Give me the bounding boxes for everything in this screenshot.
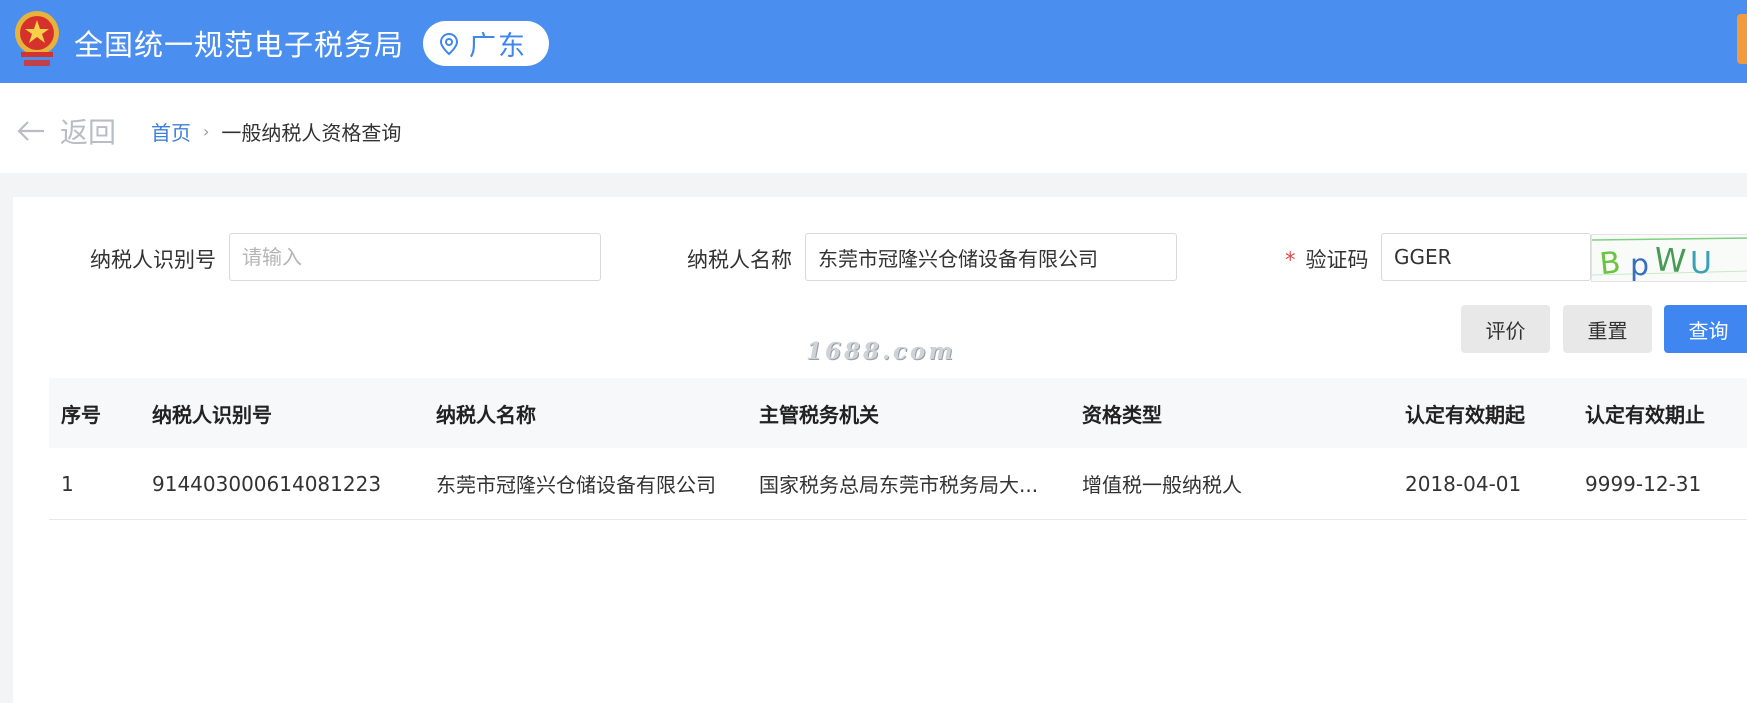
- site-title: 全国统一规范电子税务局: [74, 28, 405, 62]
- reset-button[interactable]: 重置: [1563, 305, 1652, 353]
- query-button[interactable]: 查询: [1664, 305, 1747, 353]
- taxpayer-id-label: 纳税人识别号: [90, 248, 216, 272]
- breadcrumb: 首页 › 一般纳税人资格查询: [151, 117, 401, 146]
- location-pin-icon: [439, 32, 459, 55]
- captcha-graphic: B p W U: [1592, 237, 1747, 282]
- taxpayer-name-label: 纳税人名称: [687, 248, 792, 272]
- captcha-image[interactable]: B p W U: [1591, 234, 1747, 282]
- cell-taxpayer-id: 91440300061408122​3: [152, 471, 382, 496]
- svg-text:W: W: [1653, 240, 1687, 280]
- cell-tax-authority: 国家税务总局东莞市税务局大...: [759, 473, 1039, 497]
- taxpayer-id-input[interactable]: [229, 233, 601, 281]
- svg-text:B: B: [1598, 245, 1622, 282]
- cell-index: 1: [61, 471, 74, 496]
- cell-qualification-type: 增值税一般纳税人: [1082, 473, 1242, 497]
- back-button[interactable]: 返回: [16, 111, 116, 151]
- cell-valid-from: 2018-04-01: [1405, 471, 1522, 496]
- column-header-valid-from: 认定有效期起: [1405, 402, 1525, 427]
- breadcrumb-bar: 返回 首页 › 一般纳税人资格查询: [0, 83, 1747, 173]
- header-side-button[interactable]: [1737, 14, 1747, 64]
- table-header: 序号 纳税人识别号 纳税人名称 主管税务机关 资格类型 认定有效期起 认定有效期…: [49, 378, 1747, 448]
- breadcrumb-home-link[interactable]: 首页: [151, 117, 191, 146]
- column-header-qualification-type: 资格类型: [1082, 402, 1162, 427]
- column-header-valid-to: 认定有效期止: [1585, 402, 1705, 427]
- svg-text:p: p: [1630, 248, 1649, 282]
- required-marker: *: [1285, 248, 1296, 272]
- arrow-left-icon: [17, 121, 44, 141]
- column-header-tax-authority: 主管税务机关: [759, 402, 879, 427]
- cell-valid-to: 9999-12-31: [1585, 471, 1702, 496]
- top-header: 全国统一规范电子税务局 广东: [0, 0, 1747, 83]
- column-header-taxpayer-name: 纳税人名称: [436, 402, 536, 427]
- chevron-right-icon: ›: [203, 122, 210, 141]
- rate-button[interactable]: 评价: [1461, 305, 1550, 353]
- cell-taxpayer-name: 东莞市冠隆兴仓储设备有限公司: [436, 473, 716, 497]
- back-label: 返回: [60, 116, 117, 149]
- taxpayer-name-input[interactable]: [805, 233, 1177, 281]
- region-label: 广东: [469, 31, 527, 62]
- table-row[interactable]: 1 91440300061408122​3 东莞市冠隆兴仓储设备有限公司 国家税…: [49, 448, 1747, 520]
- column-header-index: 序号: [61, 402, 101, 427]
- svg-text:U: U: [1690, 246, 1712, 281]
- column-header-taxpayer-id: 纳税人识别号: [152, 402, 272, 427]
- captcha-label-group: * 验证码: [1285, 244, 1369, 274]
- region-selector[interactable]: 广东: [423, 21, 549, 66]
- breadcrumb-current: 一般纳税人资格查询: [221, 121, 402, 145]
- tax-emblem-icon: [15, 11, 59, 66]
- captcha-input[interactable]: [1381, 233, 1591, 281]
- watermark: 1688.com: [806, 338, 956, 365]
- captcha-label: 验证码: [1305, 248, 1369, 272]
